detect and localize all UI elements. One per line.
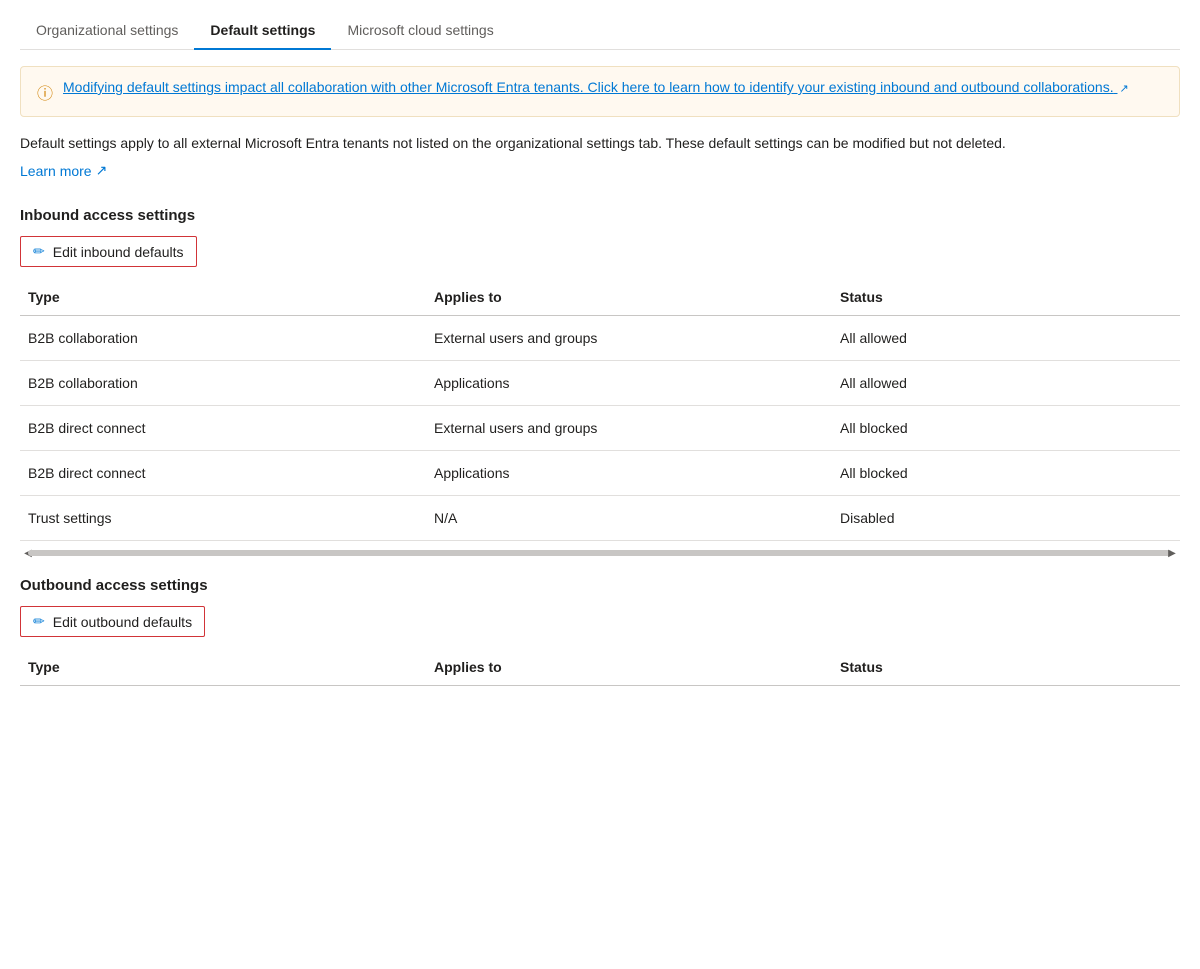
tab-bar: Organizational settings Default settings… xyxy=(20,0,1180,50)
inbound-table-header-row: Type Applies to Status xyxy=(20,279,1180,316)
edit-inbound-button[interactable]: ✏ Edit inbound defaults xyxy=(20,236,197,267)
inbound-scrollbar[interactable]: ◀ ▶ xyxy=(20,545,1180,561)
description-text: Default settings apply to all external M… xyxy=(20,133,1180,154)
learn-more-label: Learn more xyxy=(20,163,92,179)
outbound-heading: Outbound access settings xyxy=(20,577,1180,594)
outbound-table-header-row: Type Applies to Status xyxy=(20,649,1180,686)
inbound-cell-applies_to: External users and groups xyxy=(426,316,832,361)
inbound-table-row: B2B direct connectExternal users and gro… xyxy=(20,406,1180,451)
inbound-cell-type: B2B direct connect xyxy=(20,406,426,451)
inbound-cell-applies_to: Applications xyxy=(426,361,832,406)
inbound-table-row: Trust settingsN/ADisabled xyxy=(20,496,1180,541)
inbound-cell-status: All blocked xyxy=(832,451,1180,496)
external-link-icon: ↗ xyxy=(1120,82,1129,95)
banner-link-text: Modifying default settings impact all co… xyxy=(63,79,1114,95)
edit-inbound-label: Edit inbound defaults xyxy=(53,244,184,260)
tab-microsoft-cloud-settings[interactable]: Microsoft cloud settings xyxy=(331,12,509,50)
outbound-section: Outbound access settings ✏ Edit outbound… xyxy=(20,577,1180,686)
edit-outbound-icon: ✏ xyxy=(33,613,45,630)
inbound-table-row: B2B direct connectApplicationsAll blocke… xyxy=(20,451,1180,496)
tab-organizational-settings[interactable]: Organizational settings xyxy=(20,12,194,50)
edit-outbound-label: Edit outbound defaults xyxy=(53,614,192,630)
learn-more-link[interactable]: Learn more ↗ xyxy=(20,162,107,179)
inbound-table-body: B2B collaborationExternal users and grou… xyxy=(20,316,1180,541)
inbound-cell-type: B2B collaboration xyxy=(20,361,426,406)
inbound-cell-applies_to: External users and groups xyxy=(426,406,832,451)
inbound-section: Inbound access settings ✏ Edit inbound d… xyxy=(20,207,1180,561)
outbound-col-status: Status xyxy=(832,649,1180,686)
banner-text: Modifying default settings impact all co… xyxy=(63,79,1129,95)
info-banner: ⓘ Modifying default settings impact all … xyxy=(20,66,1180,117)
inbound-col-status: Status xyxy=(832,279,1180,316)
inbound-table-row: B2B collaborationApplicationsAll allowed xyxy=(20,361,1180,406)
inbound-table: Type Applies to Status B2B collaboration… xyxy=(20,279,1180,541)
scroll-right-arrow[interactable]: ▶ xyxy=(1164,545,1180,561)
edit-outbound-button[interactable]: ✏ Edit outbound defaults xyxy=(20,606,205,637)
inbound-cell-type: B2B collaboration xyxy=(20,316,426,361)
inbound-cell-status: All allowed xyxy=(832,316,1180,361)
edit-inbound-icon: ✏ xyxy=(33,243,45,260)
outbound-col-applies: Applies to xyxy=(426,649,832,686)
inbound-cell-status: All allowed xyxy=(832,361,1180,406)
inbound-cell-status: Disabled xyxy=(832,496,1180,541)
info-icon: ⓘ xyxy=(37,80,53,104)
inbound-cell-applies_to: N/A xyxy=(426,496,832,541)
inbound-table-row: B2B collaborationExternal users and grou… xyxy=(20,316,1180,361)
page-wrapper: Organizational settings Default settings… xyxy=(0,0,1200,686)
tab-default-settings[interactable]: Default settings xyxy=(194,12,331,50)
banner-link[interactable]: Modifying default settings impact all co… xyxy=(63,79,1129,95)
scroll-track xyxy=(28,550,1172,556)
outbound-table: Type Applies to Status xyxy=(20,649,1180,686)
inbound-heading: Inbound access settings xyxy=(20,207,1180,224)
outbound-col-type: Type xyxy=(20,649,426,686)
inbound-col-applies: Applies to xyxy=(426,279,832,316)
inbound-cell-status: All blocked xyxy=(832,406,1180,451)
inbound-cell-applies_to: Applications xyxy=(426,451,832,496)
learn-more-ext-icon: ↗ xyxy=(96,162,108,179)
inbound-cell-type: B2B direct connect xyxy=(20,451,426,496)
inbound-col-type: Type xyxy=(20,279,426,316)
inbound-cell-type: Trust settings xyxy=(20,496,426,541)
